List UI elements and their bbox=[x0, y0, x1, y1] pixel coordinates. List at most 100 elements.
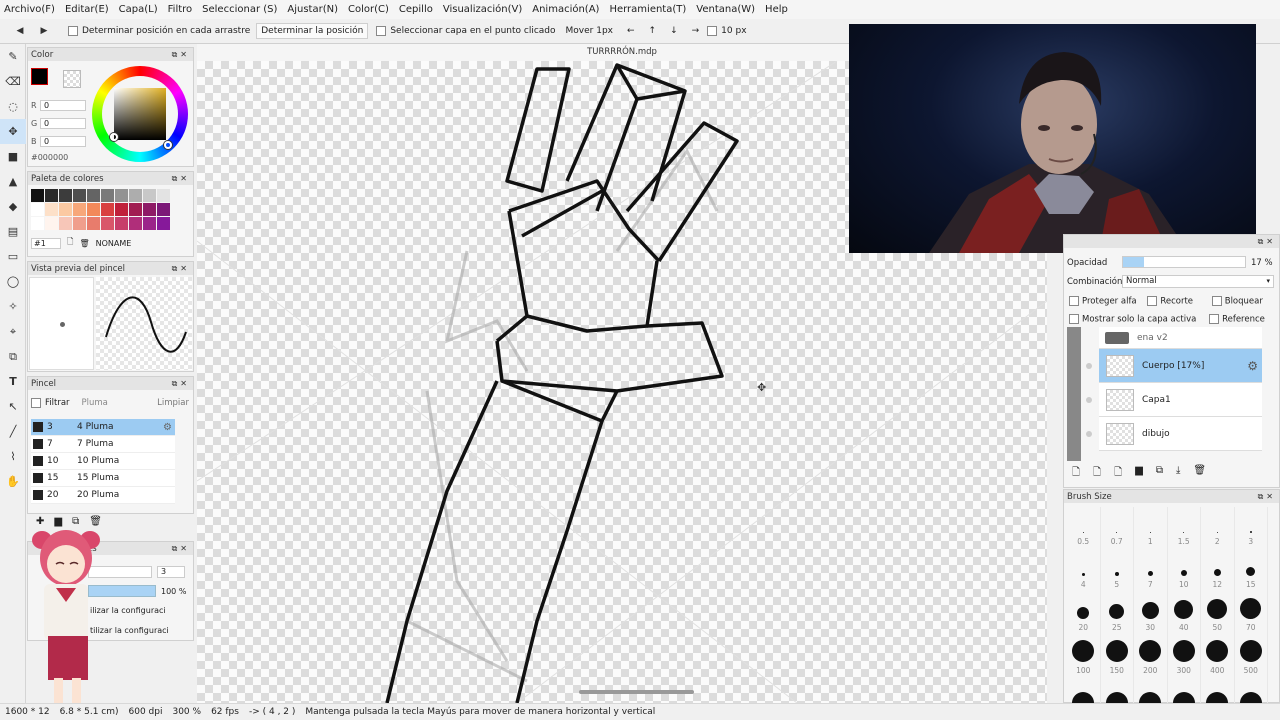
layer-visibility-icon[interactable] bbox=[1086, 397, 1092, 403]
brush-size-option[interactable]: 0.7 bbox=[1101, 507, 1134, 550]
brush-size-option[interactable]: 10 bbox=[1168, 550, 1201, 593]
panel-controls-icon[interactable]: ⧉✕ bbox=[1258, 237, 1276, 247]
magic-wand-tool-icon[interactable]: ✧ bbox=[0, 294, 26, 319]
brush-size-option[interactable]: 300 bbox=[1168, 636, 1201, 679]
clip-checkbox[interactable] bbox=[1147, 296, 1158, 306]
arrow-up-icon[interactable]: ↑ bbox=[649, 26, 657, 36]
sv-handle[interactable] bbox=[110, 133, 118, 141]
panel-controls-icon[interactable]: ⧉✕ bbox=[172, 379, 190, 389]
menu-item[interactable]: Color(C) bbox=[348, 4, 389, 15]
menu-item[interactable]: Ventana(W) bbox=[696, 4, 755, 15]
palette-swatch[interactable] bbox=[87, 189, 100, 202]
menu-item[interactable]: Visualización(V) bbox=[443, 4, 522, 15]
show-active-checkbox[interactable] bbox=[1069, 314, 1079, 324]
divide-tool-icon[interactable]: ╱ bbox=[0, 419, 26, 444]
new-palette-icon[interactable]: 🗋 bbox=[67, 236, 73, 250]
brush-size-option[interactable]: 0.5 bbox=[1067, 507, 1101, 550]
palette-swatch[interactable] bbox=[157, 217, 170, 230]
menu-item[interactable]: Herramienta(T) bbox=[609, 4, 686, 15]
arrow-left-icon[interactable]: ← bbox=[627, 26, 635, 36]
palette-swatch[interactable] bbox=[45, 203, 58, 216]
palette-swatch[interactable] bbox=[31, 203, 44, 216]
layer-visibility-icon[interactable] bbox=[1086, 431, 1092, 437]
palette-swatch[interactable] bbox=[115, 217, 128, 230]
panel-controls-icon[interactable]: ⧉✕ bbox=[172, 50, 190, 60]
size-input[interactable]: 3 bbox=[157, 566, 185, 578]
merge-down-icon[interactable]: ⤓ bbox=[1176, 465, 1180, 482]
color-wheel[interactable] bbox=[92, 66, 188, 162]
gear-icon[interactable]: ⚙ bbox=[1247, 359, 1258, 373]
layer-row[interactable]: Cuerpo [17%] ⚙ bbox=[1099, 349, 1262, 383]
layer-row[interactable]: dibujo bbox=[1099, 417, 1262, 451]
menu-item[interactable]: Animación(A) bbox=[532, 4, 599, 15]
reference-checkbox[interactable] bbox=[1209, 314, 1220, 324]
brush-size-option[interactable]: 150 bbox=[1101, 636, 1134, 679]
brush-size-option[interactable]: 400 bbox=[1201, 636, 1235, 679]
fill-rect-tool-icon[interactable]: ■ bbox=[0, 144, 26, 169]
determine-drag-checkbox[interactable] bbox=[68, 26, 78, 36]
transparent-color-swatch[interactable] bbox=[63, 70, 81, 88]
brush-size-option[interactable]: 3 bbox=[1235, 507, 1268, 550]
brush-item[interactable]: 20 20 Pluma bbox=[31, 487, 175, 504]
b-input[interactable]: 0 bbox=[40, 136, 86, 147]
brush-size-option[interactable]: 500 bbox=[1235, 636, 1268, 679]
select-rect-tool-icon[interactable]: ▭ bbox=[0, 244, 26, 269]
arrow-right-icon[interactable]: → bbox=[692, 26, 700, 36]
menu-item[interactable]: Filtro bbox=[168, 4, 193, 15]
redo-icon[interactable]: ▶ bbox=[36, 23, 52, 39]
palette-swatch[interactable] bbox=[87, 217, 100, 230]
layer-folder-row[interactable]: ena v2 bbox=[1099, 327, 1262, 349]
brush-size-option[interactable]: 100 bbox=[1067, 636, 1101, 679]
palette-index-select[interactable]: #1 bbox=[31, 237, 61, 249]
brush-size-option[interactable]: 40 bbox=[1168, 593, 1201, 636]
hue-handle[interactable] bbox=[164, 141, 172, 149]
hand-tool-icon[interactable]: ✋ bbox=[0, 469, 26, 494]
fill-tool-icon[interactable]: ◆ bbox=[0, 194, 26, 219]
select-layer-checkbox[interactable] bbox=[376, 26, 387, 36]
panel-controls-icon[interactable]: ⧉✕ bbox=[172, 544, 190, 554]
new-layer-alt-icon[interactable]: 🗋 bbox=[1093, 465, 1101, 482]
lock-checkbox[interactable] bbox=[1211, 296, 1222, 306]
brush-item[interactable]: 7 7 Pluma bbox=[31, 436, 175, 453]
clear-filter-button[interactable]: Limpiar bbox=[157, 398, 189, 408]
text-tool-icon[interactable]: T bbox=[0, 369, 26, 394]
layer-visibility-icon[interactable] bbox=[1086, 363, 1092, 369]
pen-tool-icon[interactable]: ✎ bbox=[0, 44, 26, 69]
foreground-color-swatch[interactable] bbox=[31, 68, 48, 85]
palette-swatch[interactable] bbox=[143, 217, 156, 230]
palette-swatch[interactable] bbox=[73, 217, 86, 230]
brush-size-option[interactable]: 50 bbox=[1201, 593, 1235, 636]
palette-swatch[interactable] bbox=[157, 203, 170, 216]
palette-swatch[interactable] bbox=[129, 189, 142, 202]
palette-swatch[interactable] bbox=[31, 217, 44, 230]
palette-swatch[interactable] bbox=[157, 189, 170, 202]
layer-opacity-slider[interactable] bbox=[1122, 256, 1246, 268]
brush-size-option[interactable]: 4 bbox=[1067, 550, 1101, 593]
g-input[interactable]: 0 bbox=[40, 118, 86, 129]
menu-item[interactable]: Seleccionar (S) bbox=[202, 4, 277, 15]
r-input[interactable]: 0 bbox=[40, 100, 86, 111]
menu-item[interactable]: Cepillo bbox=[399, 4, 433, 15]
brush-item[interactable]: 10 10 Pluma bbox=[31, 453, 175, 470]
brush-item[interactable]: 3 4 Pluma ⚙ bbox=[31, 419, 175, 436]
brush-size-option[interactable]: 200 bbox=[1134, 636, 1168, 679]
select-pen-tool-icon[interactable]: ⌖ bbox=[0, 319, 26, 344]
eraser-tool-icon[interactable]: ⌫ bbox=[0, 69, 26, 94]
saturation-square[interactable] bbox=[114, 88, 166, 140]
palette-swatch[interactable] bbox=[129, 203, 142, 216]
filter-input[interactable]: Pluma bbox=[82, 398, 108, 408]
palette-swatch[interactable] bbox=[115, 189, 128, 202]
menu-item[interactable]: Capa(L) bbox=[119, 4, 158, 15]
menu-item[interactable]: Help bbox=[765, 4, 788, 15]
palette-swatch[interactable] bbox=[101, 203, 114, 216]
select-lasso-tool-icon[interactable]: ◯ bbox=[0, 269, 26, 294]
filter-checkbox[interactable] bbox=[31, 398, 41, 408]
brush-size-option[interactable]: 12 bbox=[1201, 550, 1235, 593]
menu-item[interactable]: Editar(E) bbox=[65, 4, 109, 15]
palette-swatch[interactable] bbox=[143, 203, 156, 216]
palette-swatch[interactable] bbox=[59, 203, 72, 216]
layer-row[interactable]: Capa1 bbox=[1099, 383, 1262, 417]
new-layer-tone-icon[interactable]: 🗋 bbox=[1114, 465, 1122, 482]
transform-tool-icon[interactable]: ⧉ bbox=[0, 344, 26, 369]
move-tool-icon[interactable]: ✥ bbox=[0, 119, 26, 144]
